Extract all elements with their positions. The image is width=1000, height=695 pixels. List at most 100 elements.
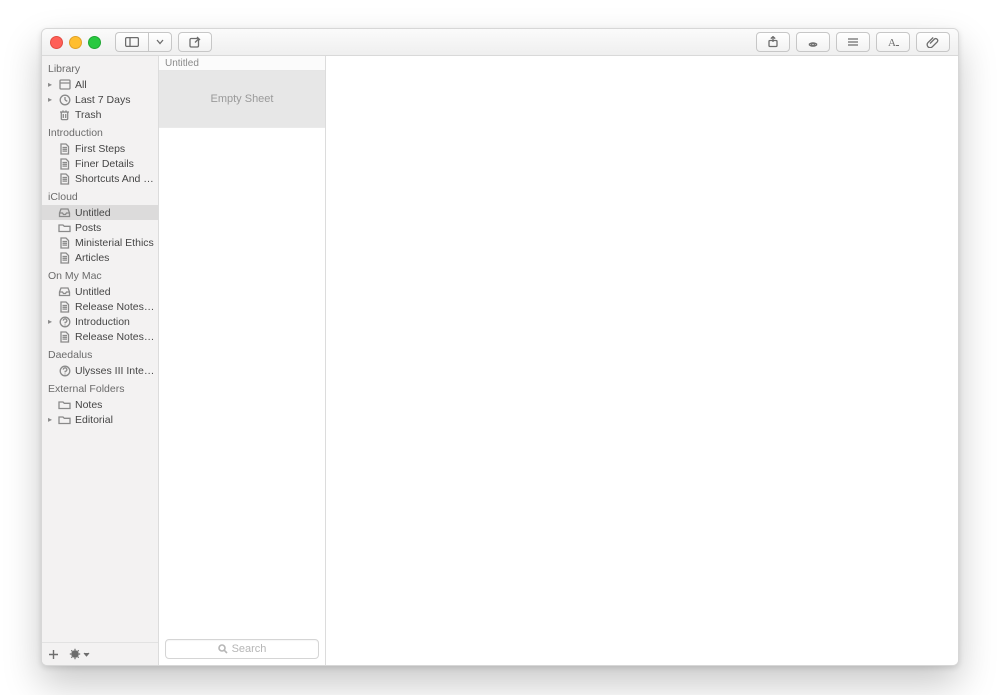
sidebar: Library▸All▸Last 7 Days▸TrashIntroductio… <box>42 56 159 665</box>
chevron-down-icon <box>83 651 90 658</box>
sidebar-item-label: All <box>75 79 156 91</box>
sidebar-item-label: Editorial <box>75 414 156 426</box>
settings-button[interactable] <box>69 648 90 660</box>
folder-icon <box>58 221 71 234</box>
add-button[interactable] <box>48 649 59 660</box>
inbox-icon <box>58 285 71 298</box>
sidebar-item-label: Last 7 Days <box>75 94 156 106</box>
sidebar-item-label: Trash <box>75 109 156 121</box>
sidebar-list: Library▸All▸Last 7 Days▸TrashIntroductio… <box>42 56 158 642</box>
sidebar-item[interactable]: ▸Finer Details <box>42 156 158 171</box>
close-window-button[interactable] <box>50 36 63 49</box>
sheet-list-title: Untitled <box>159 56 325 71</box>
sidebar-group-header: Introduction <box>42 122 158 141</box>
window-controls <box>50 36 101 49</box>
sidebar-item-label: Release Notes (1.1) <box>75 331 156 343</box>
page-icon <box>58 251 71 264</box>
sidebar-item[interactable]: ▸ Editorial <box>42 412 158 427</box>
sidebar-item-label: First Steps <box>75 143 156 155</box>
sidebar-item-label: Finer Details <box>75 158 156 170</box>
preview-icon <box>806 36 820 48</box>
sidebar-item-label: Release Notes (1.2) <box>75 301 156 313</box>
folder-icon <box>58 398 71 411</box>
compose-icon <box>189 36 201 48</box>
typography-icon: A <box>886 36 900 48</box>
sidebar-item-label: Shortcuts And Oth… <box>75 173 156 185</box>
sidebar-item[interactable]: ▸Posts <box>42 220 158 235</box>
sidebar-toggle-icon <box>125 37 139 47</box>
paperclip-icon <box>926 36 940 48</box>
sidebar-group-header: iCloud <box>42 186 158 205</box>
tray-icon <box>58 78 71 91</box>
help-icon <box>58 364 71 377</box>
disclosure-triangle-icon[interactable]: ▸ <box>46 317 54 326</box>
sidebar-toggle-button[interactable] <box>115 32 148 52</box>
share-button[interactable] <box>756 32 790 52</box>
sidebar-item[interactable]: ▸Notes <box>42 397 158 412</box>
sidebar-item-label: Introduction <box>75 316 156 328</box>
minimize-window-button[interactable] <box>69 36 82 49</box>
sidebar-item[interactable]: ▸ Last 7 Days <box>42 92 158 107</box>
disclosure-triangle-icon[interactable]: ▸ <box>46 415 54 424</box>
attachments-button[interactable] <box>916 32 950 52</box>
typography-button[interactable]: A <box>876 32 910 52</box>
page-icon <box>58 330 71 343</box>
titlebar: A <box>42 29 958 56</box>
app-window: A Library▸All▸Last 7 Days▸TrashIntroduct… <box>41 28 959 666</box>
disclosure-triangle-icon[interactable]: ▸ <box>46 95 54 104</box>
sidebar-group-header: External Folders <box>42 378 158 397</box>
folder-icon <box>58 413 71 426</box>
sidebar-item[interactable]: ▸Untitled <box>42 205 158 220</box>
sidebar-item-label: Articles <box>75 252 156 264</box>
disclosure-triangle-icon[interactable]: ▸ <box>46 80 54 89</box>
page-icon <box>58 300 71 313</box>
view-mode-button[interactable] <box>836 32 870 52</box>
compose-button[interactable] <box>178 32 212 52</box>
sidebar-group-header: Library <box>42 58 158 77</box>
page-icon <box>58 142 71 155</box>
svg-text:A: A <box>888 37 896 48</box>
help-icon <box>58 315 71 328</box>
sidebar-item[interactable]: ▸ Introduction <box>42 314 158 329</box>
sidebar-item[interactable]: ▸First Steps <box>42 141 158 156</box>
sheet-item[interactable]: Empty Sheet <box>159 71 325 128</box>
editor-pane[interactable] <box>326 56 958 665</box>
sidebar-item-label: Untitled <box>75 207 156 219</box>
inbox-icon <box>58 206 71 219</box>
gear-icon <box>69 648 81 660</box>
sidebar-item[interactable]: ▸Release Notes (1.2) <box>42 299 158 314</box>
zoom-window-button[interactable] <box>88 36 101 49</box>
sidebar-item[interactable]: ▸Untitled <box>42 284 158 299</box>
page-icon <box>58 172 71 185</box>
sidebar-dropdown-button[interactable] <box>148 32 172 52</box>
sidebar-group-header: Daedalus <box>42 344 158 363</box>
window-body: Library▸All▸Last 7 Days▸TrashIntroductio… <box>42 56 958 665</box>
plus-icon <box>48 649 59 660</box>
sidebar-item[interactable]: ▸Shortcuts And Oth… <box>42 171 158 186</box>
list-icon <box>846 37 860 47</box>
trash-icon <box>58 108 71 121</box>
chevron-down-icon <box>156 38 164 46</box>
preview-button[interactable] <box>796 32 830 52</box>
sidebar-item-label: Ministerial Ethics <box>75 237 156 249</box>
sidebar-item-label: Ulysses III Integration <box>75 365 156 377</box>
sidebar-item-label: Untitled <box>75 286 156 298</box>
page-icon <box>58 157 71 170</box>
clock-icon <box>58 93 71 106</box>
sidebar-item[interactable]: ▸Trash <box>42 107 158 122</box>
sidebar-item[interactable]: ▸Ulysses III Integration <box>42 363 158 378</box>
sidebar-item[interactable]: ▸ All <box>42 77 158 92</box>
sidebar-group-header: On My Mac <box>42 265 158 284</box>
page-icon <box>58 236 71 249</box>
search-icon <box>218 644 228 654</box>
sheet-item-title: Empty Sheet <box>211 93 274 105</box>
sidebar-item[interactable]: ▸Ministerial Ethics <box>42 235 158 250</box>
search-placeholder: Search <box>232 643 267 655</box>
sidebar-item-label: Notes <box>75 399 156 411</box>
sidebar-item[interactable]: ▸Articles <box>42 250 158 265</box>
sidebar-footer <box>42 642 158 665</box>
search-input[interactable]: Search <box>165 639 319 659</box>
sidebar-item-label: Posts <box>75 222 156 234</box>
share-icon <box>767 36 779 48</box>
sidebar-item[interactable]: ▸Release Notes (1.1) <box>42 329 158 344</box>
